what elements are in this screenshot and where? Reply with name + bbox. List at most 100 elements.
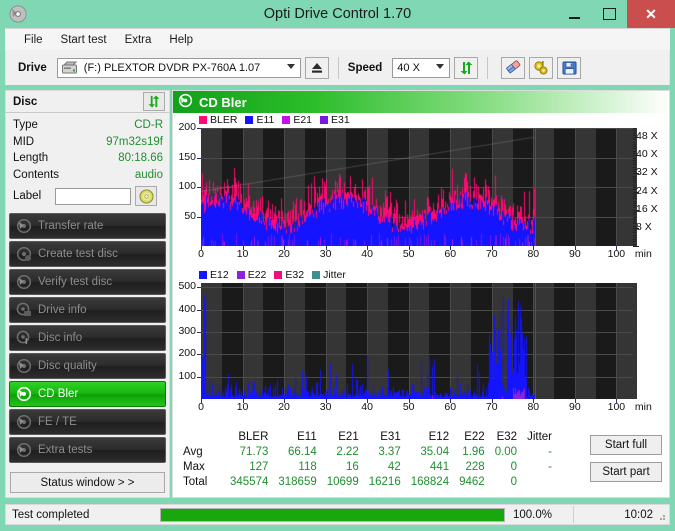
- tick-mark: [633, 216, 636, 218]
- tick-mark: [633, 193, 636, 195]
- start-full-button[interactable]: Start full: [590, 435, 662, 455]
- resize-grip[interactable]: [656, 511, 666, 521]
- drive-select[interactable]: (F:) PLEXTOR DVDR PX-760A 1.07: [56, 57, 301, 78]
- disc-row-length: Length 80:18.66: [13, 150, 163, 167]
- tick-mark: [633, 191, 639, 193]
- sidebar-item-label: Disc info: [38, 332, 83, 344]
- bottom-chart-data-canvas: [201, 283, 633, 399]
- tick-mark: [633, 166, 636, 168]
- minimize-button[interactable]: [557, 0, 592, 28]
- legend-item-e31: E31: [320, 114, 350, 126]
- status-window-button[interactable]: Status window > >: [10, 472, 165, 493]
- nav-list: Transfer rate Create test disc Verify te…: [6, 213, 169, 463]
- legend-swatch: [282, 115, 291, 124]
- sidebar-item-disc-quality[interactable]: Disc quality: [9, 353, 166, 379]
- legend-swatch: [312, 270, 321, 279]
- top-chart-legend: BLER E11 E21 E31: [173, 113, 669, 126]
- legend-label: E21: [293, 113, 313, 126]
- tick-mark: [633, 236, 636, 238]
- tick-mark: [408, 399, 410, 403]
- legend-label: Jitter: [323, 268, 346, 281]
- close-button[interactable]: ✕: [627, 0, 675, 28]
- sidebar-item-verify-test-disc[interactable]: Verify test disc: [9, 269, 166, 295]
- disc-row-mid: MID 97m32s19f: [13, 134, 163, 151]
- disc-label-input[interactable]: [55, 187, 131, 205]
- tick-mark: [633, 141, 636, 143]
- tick-mark: [633, 232, 636, 234]
- save-button[interactable]: [557, 56, 582, 79]
- stats-col-e31: E31: [380, 430, 401, 443]
- sidebar-item-extra-tests[interactable]: Extra tests: [9, 437, 166, 463]
- tick-mark: [633, 146, 636, 148]
- sidebar-item-drive-info[interactable]: Drive info: [9, 297, 166, 323]
- y-axis-tick: 200: [178, 347, 196, 360]
- chevron-down-icon: [286, 63, 295, 69]
- stats-row-label: Total: [183, 475, 208, 488]
- stats-row-label: Avg: [183, 445, 203, 458]
- legend-label: E11: [256, 113, 275, 126]
- y2-axis-tick: 8 X: [636, 220, 652, 233]
- menu-help[interactable]: Help: [160, 32, 202, 48]
- tick-mark: [633, 159, 636, 161]
- stats-cell: 66.14: [287, 445, 317, 458]
- tick-mark: [574, 246, 576, 250]
- tick-mark: [633, 155, 639, 157]
- tick-mark: [201, 246, 202, 250]
- tick-mark: [633, 218, 636, 220]
- sidebar-item-fe-te[interactable]: FE / TE: [9, 409, 166, 435]
- tick-mark: [633, 198, 636, 200]
- tick-mark: [633, 205, 636, 207]
- disc-refresh-button[interactable]: [143, 92, 165, 111]
- y2-axis-tick: 16 X: [636, 202, 658, 215]
- disc-row-contents: Contents audio: [13, 167, 163, 184]
- stats-cell: 441: [429, 460, 450, 473]
- tick-mark: [197, 187, 201, 188]
- tick-mark: [633, 187, 636, 188]
- disc-key: Length: [13, 152, 49, 165]
- tick-mark: [633, 150, 636, 152]
- sidebar-item-transfer-rate[interactable]: Transfer rate: [9, 213, 166, 239]
- y2-axis-tick: 48 X: [636, 130, 658, 143]
- eject-button[interactable]: [304, 56, 329, 79]
- menu-start-test[interactable]: Start test: [52, 32, 116, 48]
- tick-mark: [633, 130, 636, 132]
- end-of-data-marker: [534, 283, 537, 399]
- disc-label-row: Label: [6, 186, 169, 206]
- refresh-icon: [460, 61, 473, 74]
- tick-mark: [633, 214, 636, 216]
- tick-mark: [633, 241, 636, 243]
- legend-swatch: [245, 115, 254, 124]
- erase-button[interactable]: [501, 56, 526, 79]
- top-chart: BLER E11 E21 E31 50 100 150 200 8 X 16 X 24 X 3…: [173, 113, 669, 264]
- disc-extra-icon: [16, 442, 32, 458]
- stats-cell: 1.96: [462, 445, 485, 458]
- disc-label-button[interactable]: [135, 186, 157, 206]
- stats-cell: 0.00: [494, 445, 518, 458]
- speed-select[interactable]: 40 X: [392, 57, 451, 78]
- sidebar-item-label: Drive info: [38, 304, 87, 316]
- maximize-button[interactable]: [592, 0, 627, 28]
- tick-mark: [633, 246, 639, 247]
- legend-item-e21: E21: [282, 114, 312, 126]
- menu-extra[interactable]: Extra: [116, 32, 161, 48]
- disc-value: 97m32s19f: [106, 135, 163, 148]
- tick-mark: [633, 209, 639, 211]
- tick-mark: [633, 227, 639, 229]
- disc-check-icon: [16, 274, 32, 290]
- tick-mark: [633, 164, 636, 166]
- refresh-speed-button[interactable]: [454, 56, 479, 79]
- tools-button[interactable]: [529, 56, 554, 79]
- status-message: Test completed: [12, 508, 90, 521]
- bottom-chart: E12 E22 E32 Jitter 100 200 300 400 500 0 10 20 3…: [173, 268, 669, 417]
- menu-file[interactable]: File: [15, 32, 52, 48]
- legend-swatch: [199, 270, 207, 279]
- eject-icon: [311, 63, 322, 73]
- sidebar-item-disc-info[interactable]: Disc info: [9, 325, 166, 351]
- speed-value: 40 X: [397, 61, 420, 74]
- start-part-button[interactable]: Start part: [590, 462, 662, 482]
- sidebar-item-cd-bler[interactable]: CD Bler: [9, 381, 166, 407]
- tick-mark: [633, 225, 636, 227]
- tick-mark: [325, 399, 327, 403]
- tick-mark: [533, 399, 535, 403]
- sidebar-item-create-test-disc[interactable]: Create test disc: [9, 241, 166, 267]
